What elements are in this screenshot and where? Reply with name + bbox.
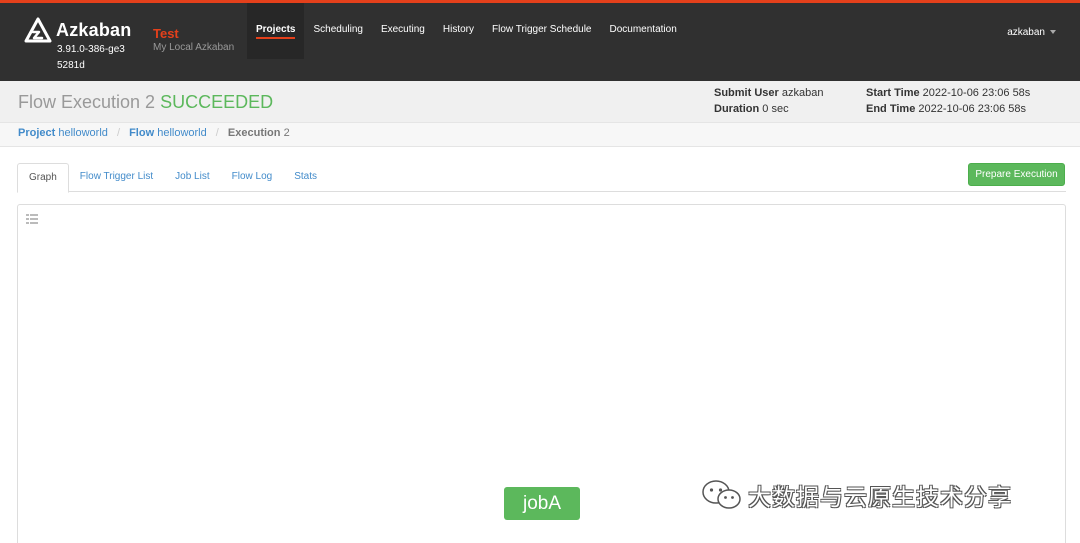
end-time-value: 2022-10-06 23:06 58s: [918, 103, 1027, 115]
execution-meta-right: Start Time 2022-10-06 23:06 58s End Time…: [866, 85, 1030, 117]
breadcrumb-flow[interactable]: Flow helloworld: [129, 127, 207, 139]
top-navbar: Azkaban 3.91.0-386-ge35281d Test My Loca…: [0, 0, 1080, 81]
execution-status: SUCCEEDED: [160, 92, 274, 112]
tab-flow-trigger-list[interactable]: Flow Trigger List: [69, 163, 164, 192]
breadcrumb-project[interactable]: Project helloworld: [18, 127, 108, 139]
user-menu[interactable]: azkaban: [1007, 27, 1056, 38]
execution-meta-left: Submit User azkaban Duration 0 sec: [714, 85, 823, 117]
end-time-row: End Time 2022-10-06 23:06 58s: [866, 101, 1030, 117]
main-nav: Projects Scheduling Executing History Fl…: [247, 3, 686, 61]
job-node[interactable]: jobA: [504, 487, 580, 520]
nav-documentation[interactable]: Documentation: [601, 3, 686, 59]
watermark: 大数据与云原生技术分享: [700, 478, 1012, 512]
submit-user-row: Submit User azkaban: [714, 85, 823, 101]
start-time-value: 2022-10-06 23:06 58s: [922, 87, 1031, 99]
watermark-text: 大数据与云原生技术分享: [748, 485, 1012, 511]
duration-row: Duration 0 sec: [714, 101, 823, 117]
nav-executing[interactable]: Executing: [372, 3, 434, 59]
brand-name: Azkaban: [56, 20, 132, 40]
brand-version: 3.91.0-386-ge35281d: [57, 44, 125, 71]
breadcrumb-execution: Execution 2: [227, 127, 290, 139]
nav-history[interactable]: History: [434, 3, 483, 59]
breadcrumb: Project helloworld / Flow helloworld / E…: [0, 122, 1080, 147]
duration-value: 0 sec: [762, 103, 789, 115]
flow-execution-title: Flow Execution 2: [18, 92, 156, 112]
nav-flow-trigger-schedule[interactable]: Flow Trigger Schedule: [483, 3, 601, 59]
page-title: Flow Execution 2 SUCCEEDED: [18, 92, 273, 113]
azkaban-logo-icon: [24, 17, 52, 43]
tab-job-list[interactable]: Job List: [164, 163, 220, 192]
execution-header: Flow Execution 2 SUCCEEDED Submit User a…: [0, 81, 1080, 122]
submit-user-value: azkaban: [781, 87, 824, 99]
tab-stats[interactable]: Stats: [283, 163, 328, 192]
start-time-label: Start Time: [866, 87, 920, 99]
environment-description: My Local Azkaban: [153, 42, 235, 53]
nav-projects[interactable]: Projects: [247, 3, 305, 59]
brand[interactable]: Azkaban 3.91.0-386-ge35281d: [24, 17, 144, 77]
breadcrumb-separator: /: [116, 127, 121, 139]
prepare-execution-button[interactable]: Prepare Execution: [968, 163, 1065, 186]
tab-flow-log[interactable]: Flow Log: [221, 163, 284, 192]
start-time-row: Start Time 2022-10-06 23:06 58s: [866, 85, 1030, 101]
duration-label: Duration: [714, 103, 760, 115]
environment-name: Test: [153, 26, 179, 41]
execution-tabs: Graph Flow Trigger List Job List Flow Lo…: [17, 163, 1066, 193]
end-time-label: End Time: [866, 103, 916, 115]
wechat-icon: [702, 480, 741, 509]
caret-down-icon: [1050, 30, 1056, 35]
environment-info: Test My Local Azkaban: [153, 26, 234, 53]
submit-user-label: Submit User: [714, 87, 779, 99]
user-name: azkaban: [1007, 27, 1045, 38]
tab-graph[interactable]: Graph: [17, 163, 69, 193]
breadcrumb-separator: /: [215, 127, 219, 139]
list-toggle-icon[interactable]: [26, 214, 38, 224]
nav-scheduling[interactable]: Scheduling: [304, 3, 371, 59]
